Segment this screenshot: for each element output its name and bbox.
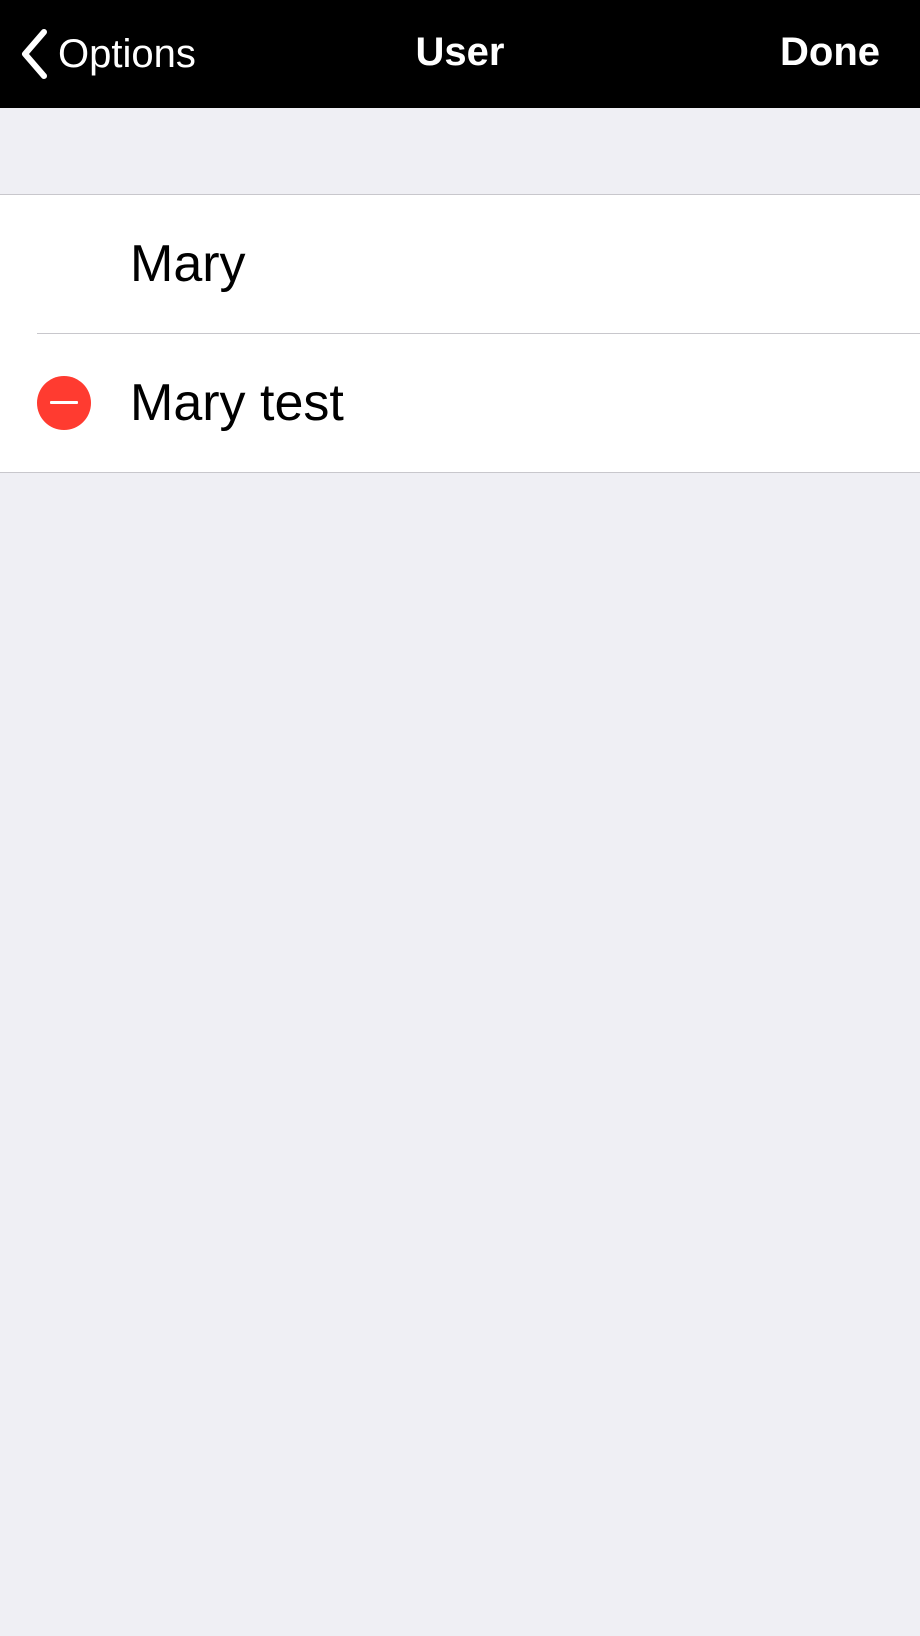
list-item[interactable]: Mary <box>0 195 920 334</box>
user-name: Mary test <box>130 374 344 432</box>
chevron-left-icon <box>20 28 48 80</box>
back-button[interactable]: Options <box>20 22 196 86</box>
minus-icon <box>50 401 78 404</box>
done-button[interactable]: Done <box>780 30 880 75</box>
list-item[interactable]: Mary test <box>0 333 920 472</box>
navigation-bar: Options User Done <box>0 0 920 108</box>
back-button-label: Options <box>58 31 196 76</box>
user-list: Mary Mary test <box>0 194 920 473</box>
delete-button[interactable] <box>37 376 91 430</box>
user-name: Mary <box>130 235 246 293</box>
